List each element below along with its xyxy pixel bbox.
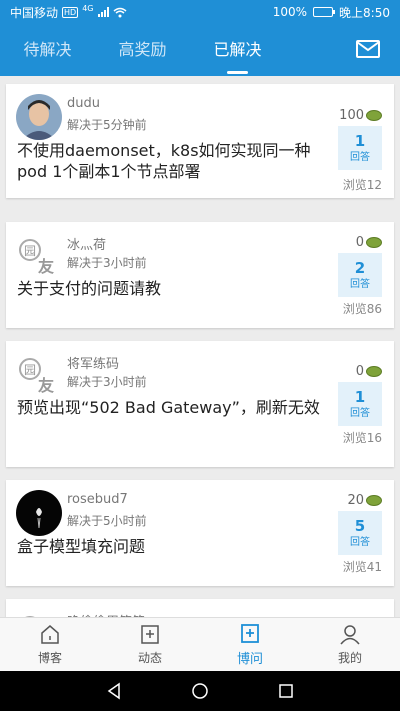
answer-count: 1 (354, 132, 366, 150)
answer-count-button[interactable]: 5 回答 (338, 511, 382, 555)
bottom-nav: 博客 动态 博问 我的 (0, 617, 400, 671)
svg-text:园: 园 (24, 363, 36, 377)
mail-icon[interactable] (356, 40, 380, 58)
question-title[interactable]: 预览出现“502 Bad Gateway”，刷新无效 (17, 397, 327, 418)
answer-label: 回答 (350, 152, 370, 163)
tab-solved[interactable]: 已解决 (190, 24, 285, 76)
bounty: 100 (339, 108, 382, 123)
feed-icon (141, 625, 159, 644)
nav-feed[interactable]: 动态 (100, 618, 200, 671)
answer-label: 回答 (350, 279, 370, 290)
default-avatar[interactable]: 园 友 (16, 351, 62, 397)
bean-icon (366, 495, 382, 506)
bounty: 0 (356, 235, 382, 250)
nav-blog-label: 博客 (37, 651, 62, 665)
view-count: 浏览12 (342, 178, 382, 192)
system-nav-bar (0, 671, 400, 711)
avatar[interactable] (16, 94, 62, 140)
answer-count-button[interactable]: 1 回答 (338, 126, 382, 170)
hd-badge: HD (62, 6, 79, 18)
bounty-value: 100 (339, 108, 364, 123)
bean-icon (366, 237, 382, 248)
network-type: 4G (82, 3, 94, 13)
svg-text:友: 友 (38, 376, 55, 395)
svg-text:园: 园 (24, 244, 36, 258)
bounty-value: 0 (355, 235, 364, 250)
nav-feed-label: 动态 (137, 651, 162, 665)
question-card[interactable]: rosebud7 解决于5小时前 盒子模型填充问题 20 5 回答 浏览41 (6, 480, 394, 586)
answer-label: 回答 (350, 537, 370, 548)
home-icon (41, 625, 59, 644)
answer-count: 2 (354, 259, 366, 277)
question-card[interactable]: 园 友 将军练码 解决于3小时前 预览出现“502 Bad Gateway”，刷… (6, 341, 394, 467)
username[interactable]: 冰灬荷 (67, 234, 106, 253)
answer-count-button[interactable]: 1 回答 (338, 382, 382, 426)
answer-count: 1 (354, 388, 366, 406)
solved-time: 解决于3小时前 (67, 256, 147, 270)
nav-me-label: 我的 (337, 651, 362, 665)
nav-me[interactable]: 我的 (300, 618, 400, 671)
clock: 晚上8:50 (339, 5, 390, 20)
bounty: 0 (356, 364, 382, 379)
answer-count: 5 (354, 517, 366, 535)
question-title[interactable]: 不使用daemonset，k8s如何实现同一种 pod 1个副本1个节点部署 (17, 140, 327, 182)
username[interactable]: rosebud7 (67, 492, 128, 507)
bounty-value: 20 (347, 493, 364, 508)
back-icon[interactable] (105, 682, 123, 700)
solved-time: 解决于3小时前 (67, 375, 147, 389)
username[interactable]: dudu (67, 96, 100, 111)
question-card[interactable]: 园 友 冰灬荷 解决于3小时前 关于支付的问题请教 0 2 回答 浏览86 (6, 222, 394, 328)
bean-icon (366, 110, 382, 121)
default-avatar[interactable]: 园 友 (16, 232, 62, 278)
signal-icon (97, 7, 109, 17)
question-title[interactable]: 关于支付的问题请教 (17, 278, 327, 299)
status-bar: 中国移动 HD 4G 100% 晚上8:50 (0, 0, 400, 24)
wifi-icon (113, 7, 126, 17)
solved-time: 解决于5分钟前 (67, 118, 147, 132)
home-circle-icon[interactable] (191, 682, 209, 700)
bounty-value: 0 (355, 364, 364, 379)
battery-icon (313, 7, 336, 17)
nav-blog[interactable]: 博客 (0, 618, 100, 671)
battery-percent: 100% (272, 5, 308, 19)
view-count: 浏览86 (342, 302, 382, 316)
question-icon (241, 624, 259, 643)
svg-text:友: 友 (38, 257, 55, 276)
question-title[interactable]: 盒子模型填充问题 (17, 536, 327, 557)
tab-high-reward[interactable]: 高奖励 (95, 24, 190, 76)
username[interactable]: 将军练码 (67, 353, 119, 372)
carrier-label: 中国移动 (10, 5, 59, 20)
top-tab-bar: 待解决 高奖励 已解决 (0, 24, 400, 76)
avatar[interactable] (16, 490, 62, 536)
user-icon (340, 625, 360, 645)
nav-questions[interactable]: 博问 (200, 618, 300, 671)
answer-label: 回答 (350, 408, 370, 419)
nav-questions-label: 博问 (236, 652, 263, 667)
question-card[interactable]: dudu 解决于5分钟前 不使用daemonset，k8s如何实现同一种 pod… (6, 84, 394, 198)
bounty: 20 (347, 493, 382, 508)
tab-unsolved[interactable]: 待解决 (0, 24, 95, 76)
recents-icon[interactable] (277, 682, 295, 700)
view-count: 浏览41 (342, 560, 382, 574)
view-count: 浏览16 (342, 431, 382, 445)
answer-count-button[interactable]: 2 回答 (338, 253, 382, 297)
bean-icon (366, 366, 382, 377)
solved-time: 解决于5小时前 (67, 514, 147, 528)
